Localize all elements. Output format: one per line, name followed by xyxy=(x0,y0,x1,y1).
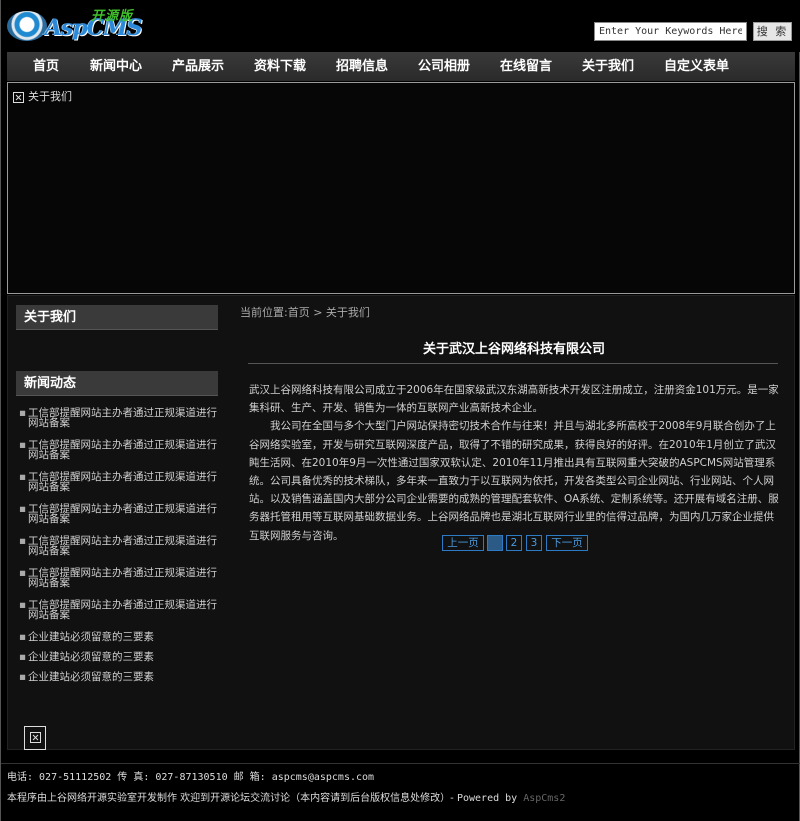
prev-page-button[interactable]: 上一页 xyxy=(442,535,484,551)
nav-item-downloads[interactable]: 资料下载 xyxy=(254,52,306,81)
sidebar-broken-image[interactable] xyxy=(24,726,46,750)
nav-item-news[interactable]: 新闻中心 xyxy=(90,52,142,81)
news-item[interactable]: ▪ 工信部提醒网站主办者通过正规渠道进行网站备案 xyxy=(16,472,218,504)
logo-subtext: 开源版 xyxy=(91,9,134,24)
news-item[interactable]: ▪ 企业建站必须留意的三要素 xyxy=(16,672,218,692)
page-2-button[interactable]: 2 xyxy=(506,535,522,551)
banner-alt-text: 关于我们 xyxy=(28,90,72,103)
news-item[interactable]: ▪ 企业建站必须留意的三要素 xyxy=(16,652,218,672)
search-input[interactable] xyxy=(594,22,747,41)
nav-item-home[interactable]: 首页 xyxy=(33,52,59,81)
main-nav: 首页 新闻中心 产品展示 资料下载 招聘信息 公司相册 在线留言 关于我们 自定… xyxy=(7,52,795,81)
article-paragraph: 武汉上谷网络科技有限公司成立于2006年在国家级武汉东湖高新技术开发区注册成立，… xyxy=(249,384,779,415)
news-item[interactable]: ▪ 工信部提醒网站主办者通过正规渠道进行网站备案 xyxy=(16,536,218,568)
search-button[interactable]: 搜 索 xyxy=(753,22,792,41)
logo-emblem-icon xyxy=(7,11,47,41)
powered-by-link[interactable]: AspCms2 xyxy=(523,793,565,804)
news-item[interactable]: ▪ 工信部提醒网站主办者通过正规渠道进行网站备案 xyxy=(16,504,218,536)
site-logo[interactable]: AspCMS 开源版 xyxy=(7,5,143,43)
page: AspCMS 开源版 搜 索 首页 新闻中心 产品展示 资料下载 招聘信息 公司… xyxy=(0,0,800,821)
footer-divider xyxy=(1,763,800,764)
article-title: 关于武汉上谷网络科技有限公司 xyxy=(422,342,605,357)
news-list: ▪ 工信部提醒网站主办者通过正规渠道进行网站备案 ▪ 工信部提醒网站主办者通过正规渠… xyxy=(16,408,218,692)
content-frame: 关于我们 新闻动态 ▪ 工信部提醒网站主办者通过正规渠道进行网站备案 ▪ 工信部提醒… xyxy=(7,295,795,750)
article-body: 武汉上谷网络科技有限公司成立于2006年在国家级武汉东湖高新技术开发区注册成立，… xyxy=(249,381,780,545)
nav-item-jobs[interactable]: 招聘信息 xyxy=(336,52,388,81)
banner-broken-image: 关于我们 xyxy=(13,88,72,104)
next-page-button[interactable]: 下一页 xyxy=(546,535,588,551)
news-item[interactable]: ▪ 工信部提醒网站主办者通过正规渠道进行网站备案 xyxy=(16,440,218,472)
sidebar-about-title[interactable]: 关于我们 xyxy=(16,305,218,330)
breadcrumb: 当前位置:首页 > 关于我们 xyxy=(240,306,370,319)
article-paragraph: 我公司在全国与多个大型门户网站保持密切技术合作与往来！并且与湖北多所高校于200… xyxy=(249,420,779,542)
nav-item-about[interactable]: 关于我们 xyxy=(582,52,634,81)
nav-item-products[interactable]: 产品展示 xyxy=(172,52,224,81)
sidebar-news-title[interactable]: 新闻动态 xyxy=(16,371,218,396)
copyright-text: 本程序由上谷网络开源实验室开发制作 欢迎到开源论坛交流讨论（本内容请到后台版权信… xyxy=(7,793,457,804)
footer-copyright: 本程序由上谷网络开源实验室开发制作 欢迎到开源论坛交流讨论（本内容请到后台版权信… xyxy=(7,789,565,804)
nav-item-custom-form[interactable]: 自定义表单 xyxy=(664,52,729,81)
news-item[interactable]: ▪ 工信部提醒网站主办者通过正规渠道进行网站备案 xyxy=(16,600,218,632)
news-item[interactable]: ▪ 企业建站必须留意的三要素 xyxy=(16,632,218,652)
sidebar: 关于我们 新闻动态 ▪ 工信部提醒网站主办者通过正规渠道进行网站备案 ▪ 工信部提醒… xyxy=(16,305,218,750)
news-item[interactable]: ▪ 工信部提醒网站主办者通过正规渠道进行网站备案 xyxy=(16,408,218,440)
title-divider xyxy=(248,363,778,364)
banner: 关于我们 xyxy=(7,82,795,294)
news-item[interactable]: ▪ 工信部提醒网站主办者通过正规渠道进行网站备案 xyxy=(16,568,218,600)
nav-item-album[interactable]: 公司相册 xyxy=(418,52,470,81)
footer-contact: 电话: 027-51112502 传 真: 027-87130510 邮 箱: … xyxy=(7,772,375,783)
broken-image-icon xyxy=(13,91,24,103)
nav-item-guestbook[interactable]: 在线留言 xyxy=(500,52,552,81)
page-1-button[interactable]: 1 xyxy=(487,535,503,551)
header: AspCMS 开源版 搜 索 xyxy=(1,0,800,52)
broken-image-icon xyxy=(30,732,41,743)
powered-by-text: Powered by xyxy=(456,793,524,804)
page-3-button[interactable]: 3 xyxy=(526,535,542,551)
